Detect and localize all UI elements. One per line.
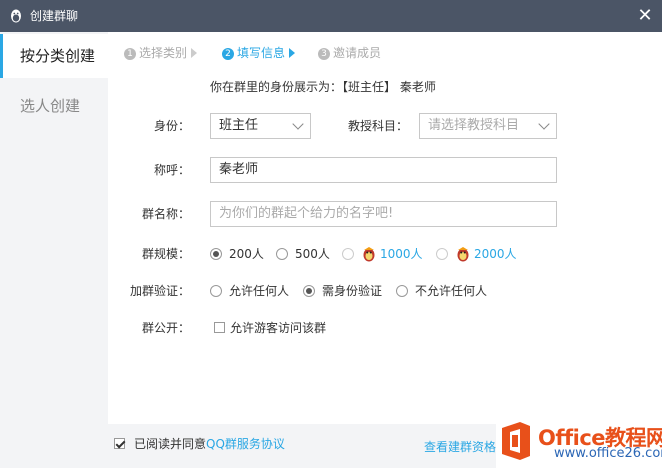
step-label: 填写信息: [237, 46, 286, 60]
step-invite-members: 3 邀请成员: [318, 44, 381, 62]
public-label: 群公开：: [141, 321, 190, 335]
view-qualification-link[interactable]: 查看建群资格: [424, 438, 496, 455]
radio-dot: [342, 248, 354, 260]
verify-radio-identity[interactable]: 需身份验证: [303, 281, 389, 301]
step-fill-info: 2 填写信息: [222, 44, 296, 62]
chevron-down-icon: [538, 118, 550, 130]
radio-dot: [396, 285, 408, 297]
step-number: 2: [222, 48, 234, 60]
radio-label: 2000人: [474, 247, 517, 261]
vip-penguin-icon: [457, 247, 469, 262]
checkbox-box: [214, 322, 225, 333]
size-radio-200[interactable]: 200人: [210, 244, 270, 264]
chevron-down-icon: [292, 118, 304, 130]
radio-dot: [210, 285, 222, 297]
radio-dot: [276, 248, 288, 260]
group-size-options: 200人 500人 1000人 2000人: [210, 244, 550, 264]
watermark-url: www.office26.com: [554, 446, 662, 461]
service-agreement-link[interactable]: QQ群服务协议: [206, 437, 285, 451]
sidebar-item-by-category[interactable]: 按分类创建: [0, 34, 108, 78]
step-label: 选择类别: [139, 46, 188, 60]
identity-select[interactable]: 班主任: [210, 113, 311, 139]
size-radio-2000[interactable]: 2000人: [436, 244, 536, 264]
subject-select[interactable]: 请选择教授科目: [419, 113, 557, 139]
title-bar: 创建群聊 ✕: [0, 0, 662, 32]
radio-dot: [210, 248, 222, 260]
checkbox-box: [114, 438, 125, 449]
close-icon[interactable]: ✕: [628, 0, 662, 32]
agree-text: 已阅读并同意: [134, 437, 207, 451]
office-logo-icon: [502, 422, 530, 460]
identity-display-text: 你在群里的身份展示为：【班主任】 秦老师: [210, 80, 436, 94]
radio-label: 1000人: [380, 247, 423, 261]
radio-label: 需身份验证: [322, 284, 383, 298]
radio-label: 允许任何人: [229, 284, 290, 298]
radio-label: 200人: [229, 247, 264, 261]
nickname-input[interactable]: 秦老师: [210, 157, 557, 183]
verify-radio-nobody[interactable]: 不允许任何人: [396, 281, 496, 301]
window-title: 创建群聊: [30, 9, 79, 23]
step-number: 3: [318, 48, 330, 60]
radio-label: 不允许任何人: [415, 284, 488, 298]
step-arrow-icon: [289, 48, 296, 58]
watermark: Office教程网 www.office26.com: [496, 418, 662, 468]
qq-penguin-icon: [11, 9, 21, 23]
subject-select-placeholder: 请选择教授科目: [428, 118, 520, 133]
step-label: 邀请成员: [333, 46, 382, 60]
radio-dot: [436, 248, 448, 260]
sidebar-item-by-people[interactable]: 选人创建: [0, 84, 108, 128]
group-name-label: 群名称：: [141, 207, 190, 221]
vip-penguin-icon: [363, 247, 375, 262]
identity-label: 身份：: [153, 119, 190, 133]
size-radio-500[interactable]: 500人: [276, 244, 336, 264]
group-name-input[interactable]: 为你们的群起个给力的名字吧!: [210, 201, 557, 227]
verify-options: 允许任何人 需身份验证 不允许任何人: [210, 281, 510, 301]
sidebar: 按分类创建 选人创建: [0, 32, 108, 468]
group-size-label: 群规模：: [141, 247, 190, 261]
size-radio-1000[interactable]: 1000人: [342, 244, 432, 264]
verify-radio-anyone[interactable]: 允许任何人: [210, 281, 296, 301]
step-arrow-icon: [191, 48, 198, 58]
radio-label: 500人: [295, 247, 330, 261]
step-select-category: 1 选择类别: [124, 44, 198, 62]
verify-label: 加群验证：: [129, 284, 190, 298]
nickname-label: 称呼：: [153, 163, 190, 177]
identity-select-value: 班主任: [219, 118, 259, 133]
radio-dot: [303, 285, 315, 297]
step-number: 1: [124, 48, 136, 60]
subject-label: 教授科目：: [347, 119, 408, 133]
allow-guest-checkbox[interactable]: 允许游客访问该群: [214, 318, 354, 338]
checkbox-label: 允许游客访问该群: [230, 321, 327, 335]
